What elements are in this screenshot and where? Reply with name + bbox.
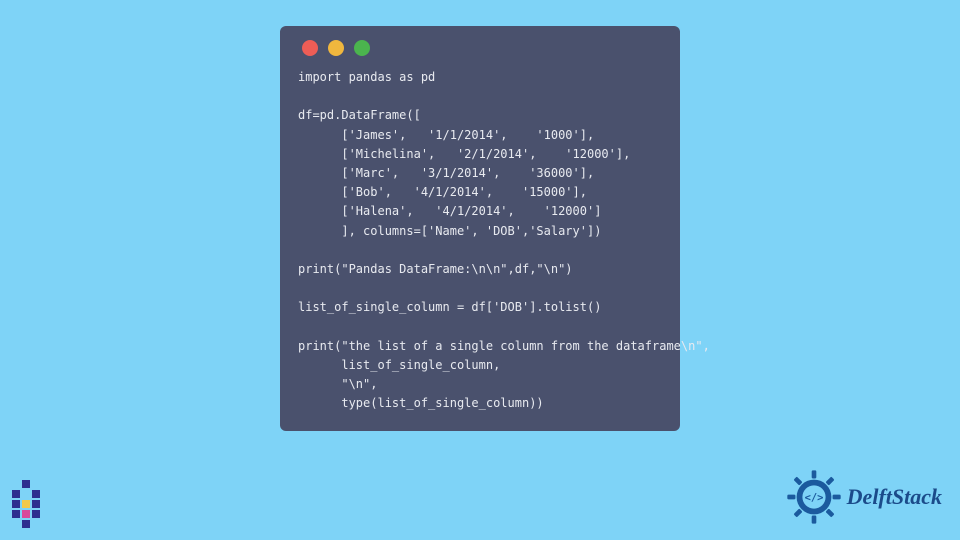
window-titlebar	[298, 40, 662, 56]
brand-name: DelftStack	[847, 484, 942, 510]
minimize-icon	[328, 40, 344, 56]
left-logo-icon	[12, 478, 58, 530]
gear-icon: </>	[785, 468, 843, 526]
code-block: import pandas as pd df=pd.DataFrame([ ['…	[298, 68, 662, 413]
code-window: import pandas as pd df=pd.DataFrame([ ['…	[280, 26, 680, 431]
brand-logo: </> DelftStack	[785, 468, 942, 526]
svg-text:</>: </>	[804, 492, 823, 504]
maximize-icon	[354, 40, 370, 56]
close-icon	[302, 40, 318, 56]
